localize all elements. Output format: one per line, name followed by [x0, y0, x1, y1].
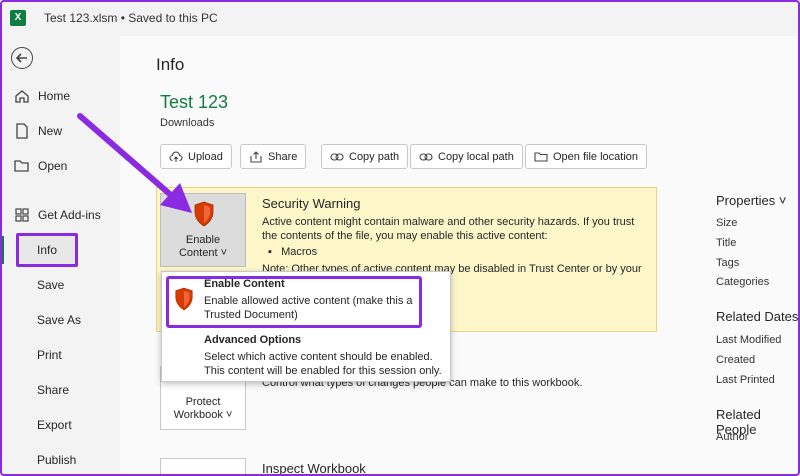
sidebar-item-label: Open — [38, 159, 68, 173]
sidebar-item-label: New — [38, 124, 63, 138]
sidebar-item-info[interactable]: Info — [37, 240, 57, 260]
inspect-workbook-title: Inspect Workbook — [262, 461, 366, 476]
people-author: Author — [716, 431, 749, 443]
window-title: Test 123.xlsm • Saved to this PC — [44, 11, 218, 25]
sidebar-item-save[interactable]: Save — [37, 275, 64, 295]
back-arrow-icon — [15, 53, 27, 63]
shield-icon — [194, 201, 214, 227]
security-warning-body: Active content might contain malware and… — [262, 216, 635, 242]
home-icon — [15, 90, 29, 103]
sidebar-item-open[interactable]: Open — [14, 156, 67, 176]
shield-icon — [175, 287, 193, 311]
enable-content-option[interactable]: Enable Content — [204, 278, 285, 290]
enable-content-button[interactable]: Enable Content ˅ — [160, 193, 246, 267]
cloud-upload-icon — [169, 150, 183, 162]
selected-indicator — [0, 236, 4, 264]
protect-tile-line1: Protect — [185, 396, 221, 408]
sidebar-item-home[interactable]: Home — [14, 86, 70, 106]
sidebar-item-label: Save — [37, 278, 65, 292]
enable-content-dropdown: Enable Content Enable allowed active con… — [161, 271, 451, 382]
sidebar-item-label: Get Add-ins — [38, 208, 101, 222]
sidebar-item-label: Share — [37, 383, 70, 397]
share-button[interactable]: Share — [240, 144, 307, 169]
advanced-options-option[interactable]: Advanced Options — [204, 334, 301, 346]
folder-icon — [534, 151, 548, 162]
folder-open-icon — [14, 160, 29, 172]
link-icon — [419, 152, 433, 161]
copy-path-button[interactable]: Copy path — [321, 144, 409, 169]
protect-tile-line2: Workbook ˅ — [173, 409, 233, 421]
sidebar-item-label: Publish — [37, 453, 77, 467]
page-title: Info — [156, 55, 185, 74]
upload-label: Upload — [188, 150, 223, 163]
info-pane: Info Test 123 Downloads Upload Share Cop… — [120, 36, 800, 476]
date-created: Created — [716, 354, 756, 366]
bullet-text: Macros — [281, 246, 318, 258]
sidebar-item-save-as[interactable]: Save As — [37, 310, 81, 330]
property-categories: Categories — [716, 276, 770, 288]
enable-tile-line1: Enable — [185, 234, 221, 246]
advanced-options-desc: Select which active content should be en… — [204, 351, 442, 377]
enable-tile-line2: Content ˅ — [178, 247, 227, 259]
sidebar-item-share[interactable]: Share — [37, 380, 69, 400]
sidebar-item-get-add-ins[interactable]: Get Add-ins — [14, 205, 101, 225]
inspect-workbook-button[interactable] — [160, 458, 246, 476]
excel-icon: X — [10, 10, 26, 26]
sidebar-item-label: Export — [37, 418, 72, 432]
upload-button[interactable]: Upload — [160, 144, 232, 169]
bullet-item: ▪ Macros — [268, 246, 318, 258]
sidebar-item-new[interactable]: New — [14, 121, 62, 141]
sidebar-item-label: Home — [38, 89, 71, 103]
title-bar: X Test 123.xlsm • Saved to this PC — [0, 0, 800, 36]
add-ins-grid-icon — [15, 208, 29, 222]
property-size: Size — [716, 217, 738, 229]
document-location: Downloads — [160, 117, 215, 129]
sidebar-item-publish[interactable]: Publish — [37, 450, 76, 470]
date-last-printed: Last Printed — [716, 374, 775, 386]
share-label: Share — [268, 150, 298, 163]
enable-content-option-desc: Enable allowed active content (make this… — [204, 295, 413, 321]
open-file-location-label: Open file location — [553, 150, 638, 163]
document-name: Test 123 — [160, 92, 229, 112]
sidebar-item-print[interactable]: Print — [37, 345, 62, 365]
new-document-icon — [16, 123, 28, 139]
date-last-modified: Last Modified — [716, 334, 782, 346]
properties-header[interactable]: Properties ˅ — [716, 193, 786, 208]
related-dates-header: Related Dates — [716, 309, 799, 324]
open-file-location-button[interactable]: Open file location — [525, 144, 647, 169]
property-tags: Tags — [716, 257, 740, 269]
copy-local-path-label: Copy local path — [438, 150, 514, 163]
sidebar-item-export[interactable]: Export — [37, 415, 72, 435]
copy-local-path-button[interactable]: Copy local path — [410, 144, 523, 169]
backstage-sidebar: Home New Open Get Add-ins Info Save Save… — [0, 36, 120, 476]
property-title: Title — [716, 237, 737, 249]
security-warning-title: Security Warning — [262, 196, 361, 211]
link-icon — [330, 152, 344, 161]
share-icon — [250, 150, 262, 163]
back-button[interactable] — [11, 47, 33, 69]
sidebar-item-label: Save As — [37, 313, 82, 327]
sidebar-item-label: Print — [37, 348, 62, 362]
copy-path-label: Copy path — [349, 150, 400, 163]
sidebar-item-label: Info — [37, 243, 58, 257]
